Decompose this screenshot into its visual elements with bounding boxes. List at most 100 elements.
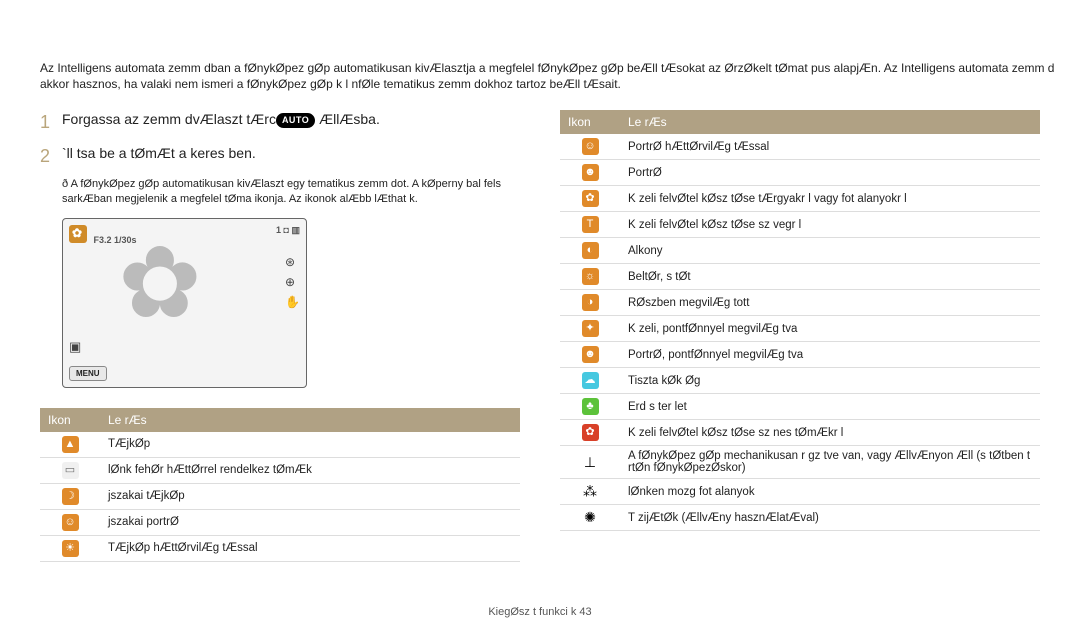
step-text: Forgassa az zemm dvÆlaszt tÆrcAUTO ÆllÆs… (62, 110, 520, 135)
desc-cell: jszakai tÆjkØp (100, 483, 520, 509)
scene-icon: ◑ (582, 294, 599, 311)
flash-icon: ⊛ (285, 255, 300, 269)
table-row: ☀ TÆjkØp hÆttØrvilÆg tÆssal (40, 535, 520, 561)
desc-cell: K zeli felvØtel kØsz tØse tÆrgyakr l vag… (620, 186, 1040, 212)
shot-count: 1 (276, 225, 281, 235)
icon-table-left: Ikon Le rÆs ▲TÆjkØp▭lØnk fehØr hÆttØrrel… (40, 408, 520, 562)
menu-button[interactable]: MENU (69, 366, 107, 381)
table-row: ▭ lØnk fehØr hÆttØrrel rendelkez tØmÆk (40, 457, 520, 483)
page-footer: KiegØsz t funkci k 43 (0, 606, 1080, 618)
table-row: ▲TÆjkØp (40, 432, 520, 458)
scene-icon: ⁂ (582, 483, 599, 500)
scene-icon: ✦ (582, 320, 599, 337)
table-row: ☺jszakai portrØ (40, 509, 520, 535)
left-column: 1 Forgassa az zemm dvÆlaszt tÆrcAUTO Æll… (40, 110, 520, 561)
desc-cell: T zijÆtØk (ÆllvÆny hasznÆlatÆval) (620, 505, 1040, 531)
icon-cell: ✦ (560, 316, 620, 342)
icon-cell: ◐ (560, 238, 620, 264)
desc-cell: lØnk fehØr hÆttØrrel rendelkez tØmÆk (100, 457, 520, 483)
table-row: T K zeli felvØtel kØsz tØse sz vegr l (560, 212, 1040, 238)
desc-cell: K zeli felvØtel kØsz tØse sz nes tØmÆkr … (620, 420, 1040, 446)
table-row: ◐ Alkony (560, 238, 1040, 264)
table-row: ⁂ lØnken mozg fot alanyok (560, 479, 1040, 505)
desc-cell: K zeli felvØtel kØsz tØse sz vegr l (620, 212, 1040, 238)
icon-cell: ♣ (560, 394, 620, 420)
scene-icon: ☻ (582, 346, 599, 363)
icon-cell: ⁂ (560, 479, 620, 505)
desc-cell: Erd s ter let (620, 394, 1040, 420)
table-row: ☻ PortrØ, pontfØnnyel megvilÆg tva (560, 342, 1040, 368)
th-desc: Le rÆs (620, 110, 1040, 134)
desc-cell: PortrØ hÆttØrvilÆg tÆssal (620, 134, 1040, 160)
step-number: 2 (40, 144, 54, 169)
step1-pre: Forgassa az zemm dvÆlaszt tÆrc (62, 111, 276, 127)
scene-icon: ⊥ (582, 454, 599, 471)
scene-icon: ☀ (62, 540, 79, 557)
icon-cell: ▭ (40, 457, 100, 483)
step1-post: ÆllÆsba. (315, 111, 380, 127)
icon-table-right: Ikon Le rÆs ☺ PortrØ hÆttØrvilÆg tÆssal ☻ P… (560, 110, 1040, 531)
intro-paragraph: Az Intelligens automata zemm dban a fØny… (40, 60, 1060, 92)
icon-cell: ▲ (40, 432, 100, 458)
icon-cell: ☻ (560, 160, 620, 186)
scene-icon: ✿ (582, 190, 599, 207)
scene-icon: ☽ (62, 488, 79, 505)
scene-icon: ☼ (582, 268, 599, 285)
scene-icon: ☺ (582, 138, 599, 155)
desc-cell: TÆjkØp hÆttØrvilÆg tÆssal (100, 535, 520, 561)
two-column-layout: 1 Forgassa az zemm dvÆlaszt tÆrcAUTO Æll… (40, 110, 1060, 561)
scene-icon: ▲ (62, 436, 79, 453)
icon-cell: T (560, 212, 620, 238)
footer-label: KiegØsz t funkci k (488, 606, 576, 618)
table-row: ☺ PortrØ hÆttØrvilÆg tÆssal (560, 134, 1040, 160)
icon-cell: ☽ (40, 483, 100, 509)
icon-cell: ☁ (560, 368, 620, 394)
icon-cell: ◑ (560, 290, 620, 316)
table-row: ✿ K zeli felvØtel kØsz tØse tÆrgyakr l va… (560, 186, 1040, 212)
desc-cell: Alkony (620, 238, 1040, 264)
preview-topright: 1 ◘ ▥ (276, 225, 300, 245)
scene-icon: ◐ (582, 242, 599, 259)
camera-icon: ▣ (69, 339, 81, 355)
table-row: ☽ jszakai tÆjkØp (40, 483, 520, 509)
footer-page: 43 (579, 606, 591, 618)
step-1: 1 Forgassa az zemm dvÆlaszt tÆrcAUTO Æll… (40, 110, 520, 135)
hand-icon: ✋ (285, 295, 300, 309)
icon-cell: ☼ (560, 264, 620, 290)
step-number: 1 (40, 110, 54, 135)
macro-icon (69, 225, 87, 243)
icon-cell: ✿ (560, 186, 620, 212)
table-row: ◑ RØszben megvilÆg tott (560, 290, 1040, 316)
desc-cell: RØszben megvilÆg tott (620, 290, 1040, 316)
table-row: ✦ K zeli, pontfØnnyel megvilÆg tva (560, 316, 1040, 342)
desc-cell: K zeli, pontfØnnyel megvilÆg tva (620, 316, 1040, 342)
desc-cell: A fØnykØpez gØp mechanikusan r gz tve va… (620, 446, 1040, 479)
desc-cell: Tiszta kØk Øg (620, 368, 1040, 394)
th-icon: Ikon (560, 110, 620, 134)
scene-icon: T (582, 216, 599, 233)
step-2: 2 `ll tsa be a tØmÆt a keres ben. (40, 144, 520, 169)
icon-cell: ☺ (560, 134, 620, 160)
scene-icon: ✺ (582, 509, 599, 526)
scene-icon: ✿ (582, 424, 599, 441)
zoom-icon: ⊕ (285, 275, 300, 289)
icon-cell: ☀ (40, 535, 100, 561)
desc-cell: PortrØ, pontfØnnyel megvilÆg tva (620, 342, 1040, 368)
icon-cell: ✺ (560, 505, 620, 531)
scene-icon: ☺ (62, 514, 79, 531)
desc-cell: lØnken mozg fot alanyok (620, 479, 1040, 505)
right-column: Ikon Le rÆs ☺ PortrØ hÆttØrvilÆg tÆssal ☻ P… (560, 110, 1040, 561)
th-desc: Le rÆs (100, 408, 520, 432)
scene-icon: ♣ (582, 398, 599, 415)
scene-icon: ☻ (582, 164, 599, 181)
mode-dial-icon: AUTO (276, 113, 315, 128)
preview-right-icons: ⊛ ⊕ ✋ (285, 255, 300, 309)
step-text: `ll tsa be a tØmÆt a keres ben. (62, 144, 520, 169)
table-row: ✺ T zijÆtØk (ÆllvÆny hasznÆlatÆval) (560, 505, 1040, 531)
desc-cell: BeltØr, s tØt (620, 264, 1040, 290)
scene-icon: ▭ (62, 462, 79, 479)
icon-cell: ☻ (560, 342, 620, 368)
table-row: ☁ Tiszta kØk Øg (560, 368, 1040, 394)
table-row: ♣ Erd s ter let (560, 394, 1040, 420)
scene-icon: ☁ (582, 372, 599, 389)
